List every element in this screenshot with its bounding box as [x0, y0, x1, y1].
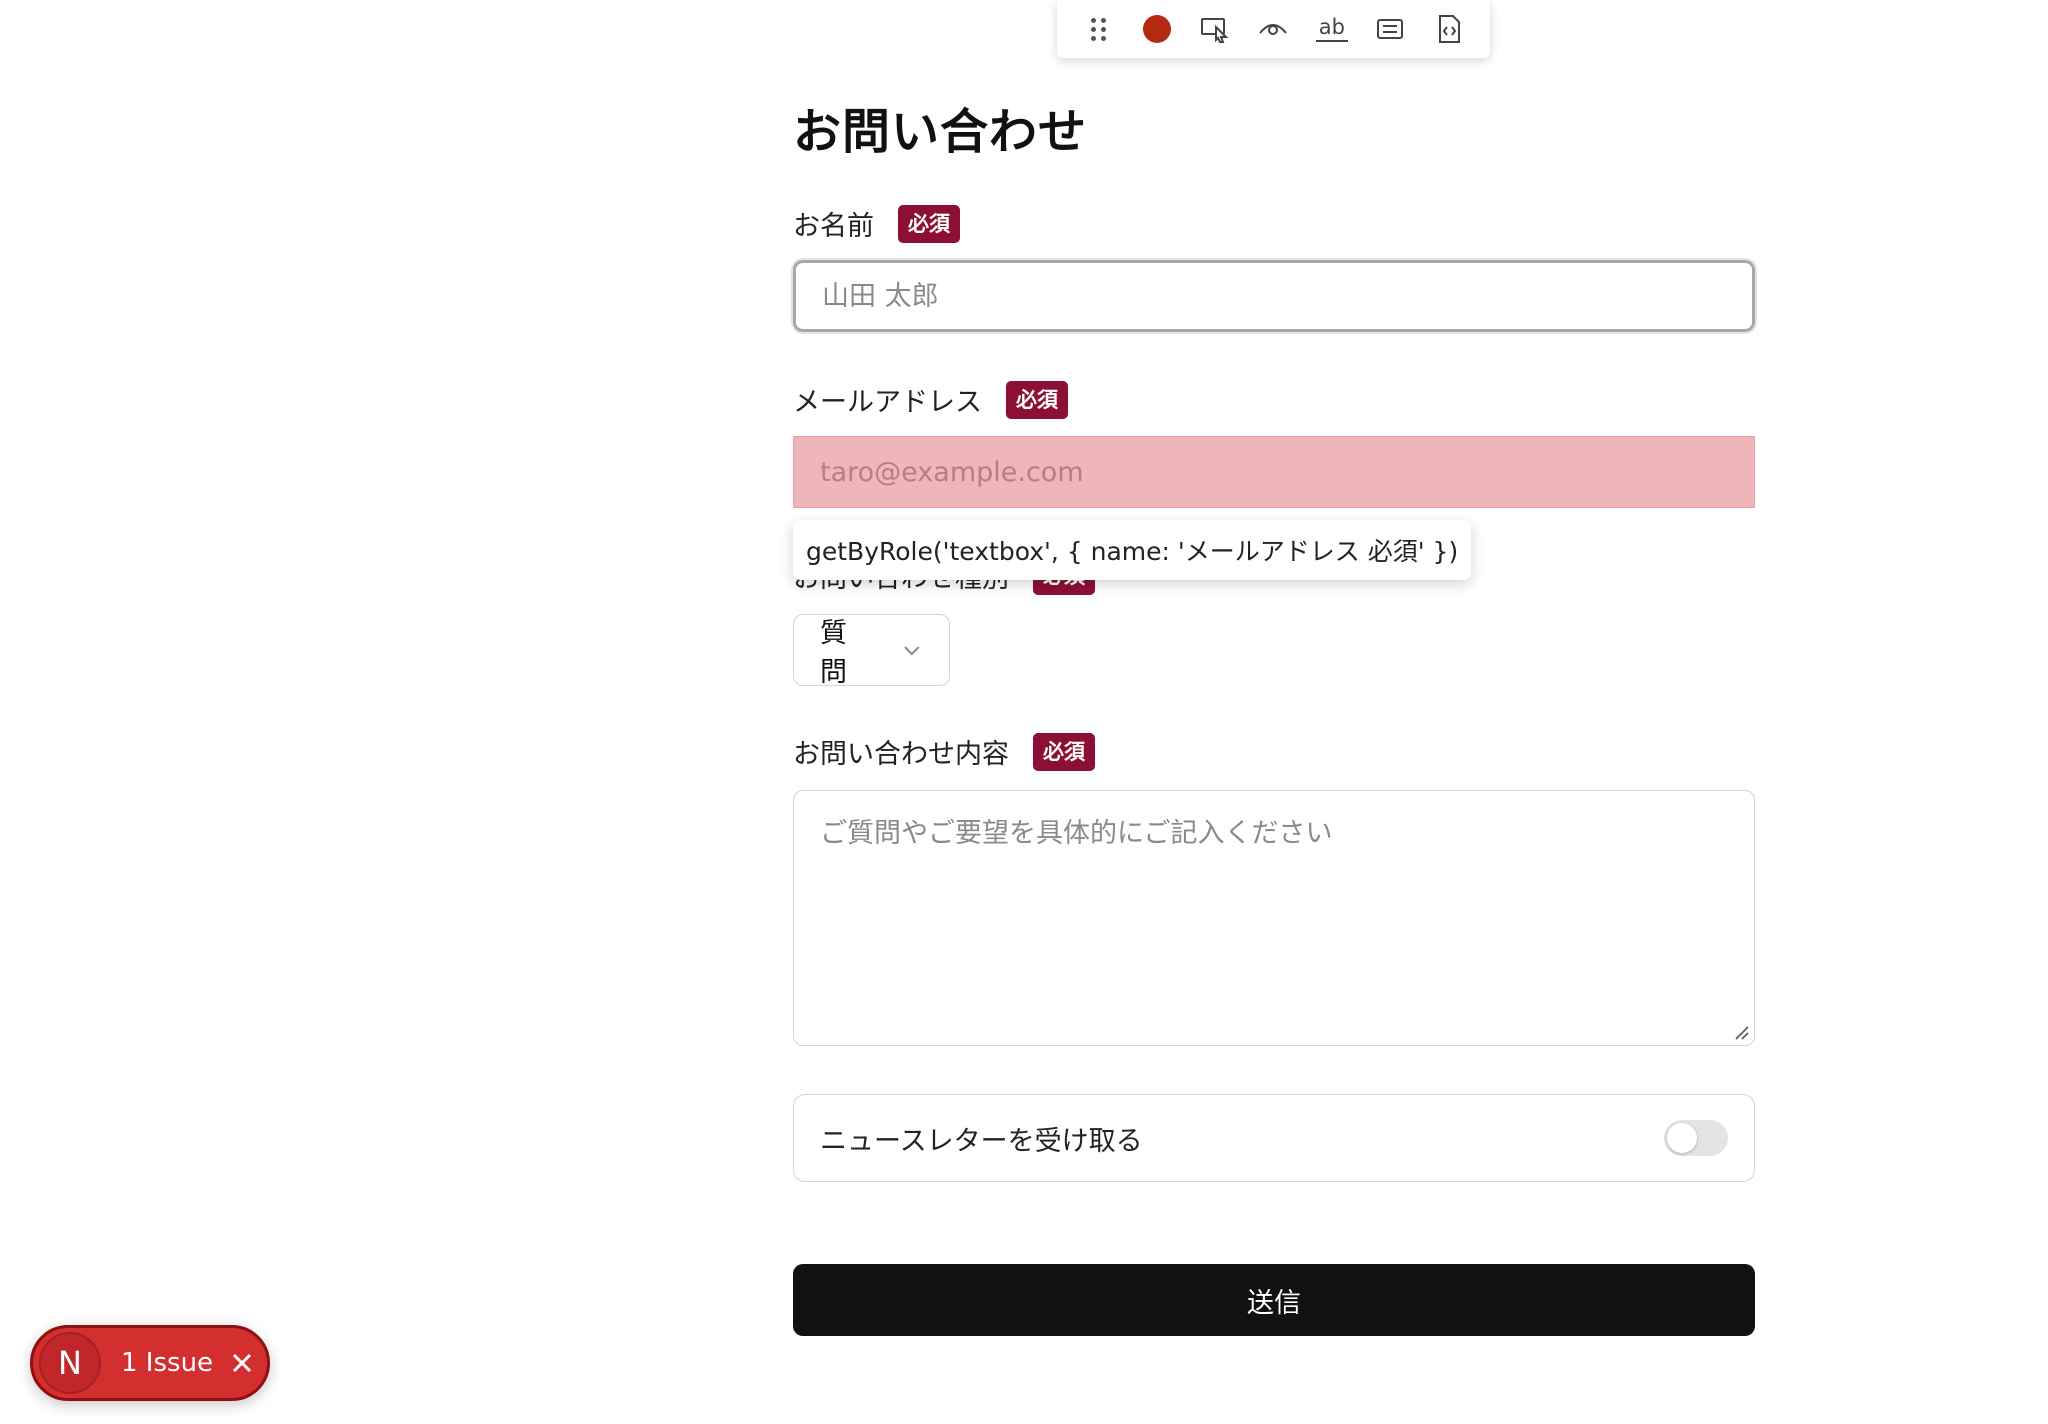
required-badge: 必須: [898, 204, 960, 243]
pick-locator-button[interactable]: [1191, 5, 1239, 53]
email-label-row: メールアドレス 必須: [793, 380, 1068, 419]
chevron-down-icon: [904, 646, 920, 656]
assert-value-button[interactable]: [1366, 5, 1414, 53]
eye-icon: [1259, 24, 1288, 35]
email-label: メールアドレス: [793, 387, 982, 418]
locator-tooltip: getByRole('textbox', { name: 'メールアドレス 必須…: [793, 520, 1472, 580]
resize-grip-icon[interactable]: [1733, 1024, 1749, 1040]
file-code-icon: [1438, 15, 1460, 43]
name-input[interactable]: [793, 260, 1755, 332]
page-title: お問い合わせ: [793, 104, 1088, 160]
inquiry-type-value: 質問: [820, 618, 847, 688]
name-label: お名前: [793, 211, 874, 242]
record-icon: [1142, 15, 1171, 43]
assert-value-icon: [1377, 19, 1404, 39]
name-label-row: お名前 必須: [793, 204, 960, 243]
required-badge: 必須: [1033, 732, 1095, 771]
newsletter-toggle[interactable]: [1664, 1120, 1728, 1156]
message-label-row: お問い合わせ内容 必須: [793, 732, 1095, 771]
newsletter-label: ニュースレターを受け取る: [820, 1125, 1143, 1157]
pick-locator-icon: [1201, 18, 1229, 43]
nextjs-logo-icon: N: [39, 1332, 101, 1394]
assert-text-icon: ab: [1315, 16, 1348, 42]
inquiry-type-select[interactable]: 質問: [793, 614, 950, 688]
email-input[interactable]: [793, 436, 1755, 508]
assert-text-button[interactable]: ab: [1308, 5, 1356, 53]
message-label: お問い合わせ内容: [793, 739, 1009, 770]
drag-handle-icon[interactable]: [1074, 5, 1122, 53]
assert-snapshot-button[interactable]: [1425, 5, 1473, 53]
issues-badge[interactable]: N 1 Issue: [30, 1325, 270, 1401]
submit-button[interactable]: 送信: [793, 1264, 1755, 1336]
required-badge: 必須: [1006, 380, 1068, 419]
page: ab お問い合わせ お名前 必須 メールアドレス 必須: [0, 0, 2048, 1424]
issues-count: 1 Issue: [121, 1348, 214, 1378]
newsletter-row: ニュースレターを受け取る: [793, 1094, 1755, 1182]
toggle-knob: [1667, 1123, 1697, 1153]
assert-visibility-button[interactable]: [1249, 5, 1297, 53]
inspector-toolbar: ab: [1057, 0, 1490, 58]
close-icon[interactable]: [229, 1350, 255, 1376]
message-textarea[interactable]: [793, 790, 1755, 1046]
record-button[interactable]: [1133, 5, 1181, 53]
